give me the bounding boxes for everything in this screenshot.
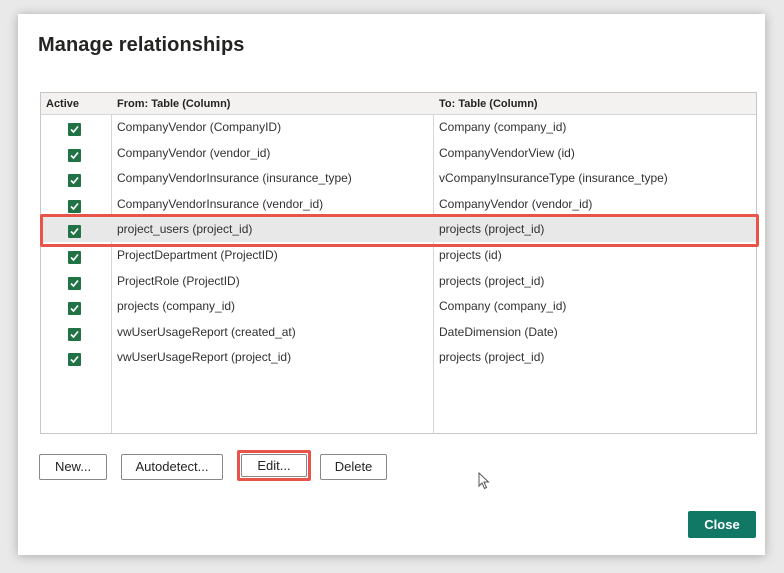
- checkmark-icon: [70, 305, 79, 313]
- to-cell: projects (id): [439, 248, 502, 262]
- to-cell: CompanyVendor (vendor_id): [439, 196, 593, 211]
- from-cell: CompanyVendor (vendor_id): [117, 145, 271, 160]
- mouse-pointer-icon: [478, 471, 492, 495]
- to-cell: projects (project_id): [439, 350, 545, 365]
- active-checkbox[interactable]: [68, 174, 81, 188]
- active-checkbox[interactable]: [68, 276, 81, 290]
- to-cell: Company (company_id): [439, 299, 567, 314]
- table-row[interactable]: projects (company_id) Company (company_id…: [41, 294, 756, 319]
- manage-relationships-dialog: Manage relationships Active From: Table …: [18, 14, 765, 555]
- checkmark-icon: [70, 125, 79, 134]
- active-checkbox[interactable]: [68, 225, 81, 239]
- table-row[interactable]: CompanyVendorInsurance (vendor_id) Compan…: [41, 192, 756, 217]
- table-row[interactable]: vwUserUsageReport (project_id) projects (…: [41, 345, 756, 370]
- header-from[interactable]: From: Table (Column): [117, 98, 230, 110]
- active-checkbox[interactable]: [68, 123, 81, 136]
- table-row[interactable]: ProjectDepartment (ProjectID) projects (i…: [41, 243, 756, 268]
- table-header: Active From: Table (Column) To: Table (C…: [41, 93, 756, 115]
- checkmark-icon: [70, 253, 79, 262]
- to-cell: vCompanyInsuranceType (insurance_type): [439, 171, 668, 186]
- to-cell: CompanyVendorView (id): [439, 145, 575, 160]
- active-checkbox[interactable]: [68, 251, 81, 264]
- from-cell: project_users (project_id): [117, 222, 253, 237]
- table-row[interactable]: vwUserUsageReport (created_at) DateDimens…: [41, 320, 756, 345]
- from-cell: vwUserUsageReport (created_at): [117, 324, 296, 339]
- active-checkbox[interactable]: [68, 148, 81, 162]
- checkmark-icon: [70, 177, 79, 185]
- active-checkbox[interactable]: [68, 302, 81, 316]
- from-cell: CompanyVendorInsurance (insurance_type): [117, 171, 352, 186]
- edit-button[interactable]: Edit...: [241, 454, 307, 477]
- from-cell: vwUserUsageReport (project_id): [117, 350, 292, 365]
- table-row[interactable]: CompanyVendor (vendor_id) CompanyVendorVi…: [41, 141, 756, 166]
- checkmark-icon: [70, 228, 79, 236]
- from-cell: CompanyVendor (CompanyID): [117, 120, 282, 134]
- autodetect-button[interactable]: Autodetect...: [121, 454, 223, 480]
- table-row[interactable]: CompanyVendorInsurance (insurance_type) v…: [41, 166, 756, 191]
- close-button[interactable]: Close: [688, 511, 756, 538]
- from-cell: CompanyVendorInsurance (vendor_id): [117, 196, 324, 211]
- checkmark-icon: [70, 202, 79, 210]
- checkmark-icon: [70, 330, 79, 338]
- dialog-title: Manage relationships: [38, 34, 245, 56]
- header-active[interactable]: Active: [46, 98, 79, 110]
- header-to[interactable]: To: Table (Column): [439, 98, 538, 110]
- table-row[interactable]: CompanyVendor (CompanyID) Company (compan…: [41, 115, 756, 140]
- table-row[interactable]: ProjectRole (ProjectID) projects (project…: [41, 269, 756, 294]
- to-cell: DateDimension (Date): [439, 324, 558, 339]
- new-button[interactable]: New...: [39, 454, 107, 480]
- to-cell: projects (project_id): [439, 273, 545, 288]
- from-cell: projects (company_id): [117, 299, 236, 314]
- delete-button[interactable]: Delete: [320, 454, 387, 480]
- from-cell: ProjectRole (ProjectID): [117, 273, 240, 288]
- active-checkbox[interactable]: [68, 199, 81, 213]
- to-cell: projects (project_id): [439, 222, 545, 237]
- to-cell: Company (company_id): [439, 120, 567, 134]
- checkmark-icon: [70, 151, 79, 159]
- from-cell: ProjectDepartment (ProjectID): [117, 248, 278, 262]
- checkmark-icon: [70, 279, 79, 287]
- checkmark-icon: [70, 356, 79, 364]
- active-checkbox[interactable]: [68, 353, 81, 367]
- relationships-table: Active From: Table (Column) To: Table (C…: [40, 92, 757, 434]
- active-checkbox[interactable]: [68, 327, 81, 341]
- table-row[interactable]: project_users (project_id) projects (proj…: [41, 217, 756, 243]
